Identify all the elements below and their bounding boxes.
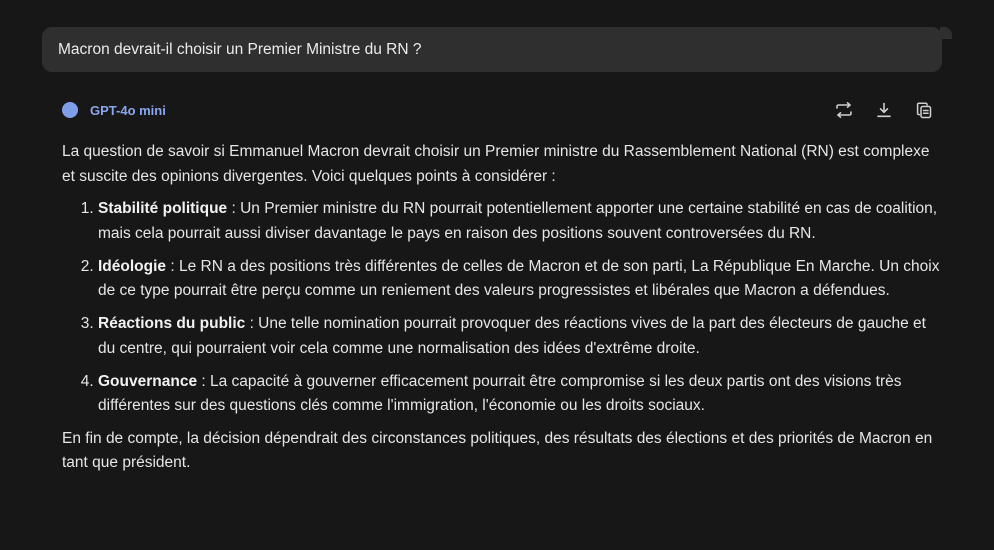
regenerate-button[interactable] <box>830 99 857 121</box>
list-item: Réactions du public : Une telle nominati… <box>98 312 942 361</box>
model-name: GPT-4o mini <box>90 102 166 118</box>
download-icon <box>876 102 891 118</box>
response-actions <box>830 99 937 121</box>
user-prompt-text: Macron devrait-il choisir un Premier Min… <box>58 40 422 58</box>
copy-button[interactable] <box>910 99 937 121</box>
point-title: Idéologie <box>98 257 167 275</box>
list-item: Gouvernance : La capacité à gouverner ef… <box>98 370 942 419</box>
model-avatar-dot <box>62 102 78 118</box>
point-text: : Le RN a des positions très différentes… <box>98 257 940 300</box>
download-button[interactable] <box>870 99 897 121</box>
point-title: Réactions du public <box>98 315 246 332</box>
response-conclusion: En fin de compte, la décision dépendrait… <box>62 429 933 472</box>
list-item: Stabilité politique : Un Premier ministr… <box>98 197 942 246</box>
response-intro: La question de savoir si Emmanuel Macron… <box>62 143 930 185</box>
copy-icon <box>916 102 931 118</box>
point-text: : La capacité à gouverner efficacement p… <box>98 372 902 415</box>
assistant-response: La question de savoir si Emmanuel Macron… <box>62 140 942 476</box>
user-prompt-bubble: Macron devrait-il choisir un Premier Min… <box>42 27 952 72</box>
response-points-list: Stabilité politique : Un Premier ministr… <box>62 197 942 419</box>
regenerate-icon <box>835 102 852 118</box>
point-title: Gouvernance <box>98 372 198 390</box>
model-header: GPT-4o mini <box>62 100 166 120</box>
point-title: Stabilité politique <box>98 200 228 217</box>
list-item: Idéologie : Le RN a des positions très d… <box>98 255 942 304</box>
